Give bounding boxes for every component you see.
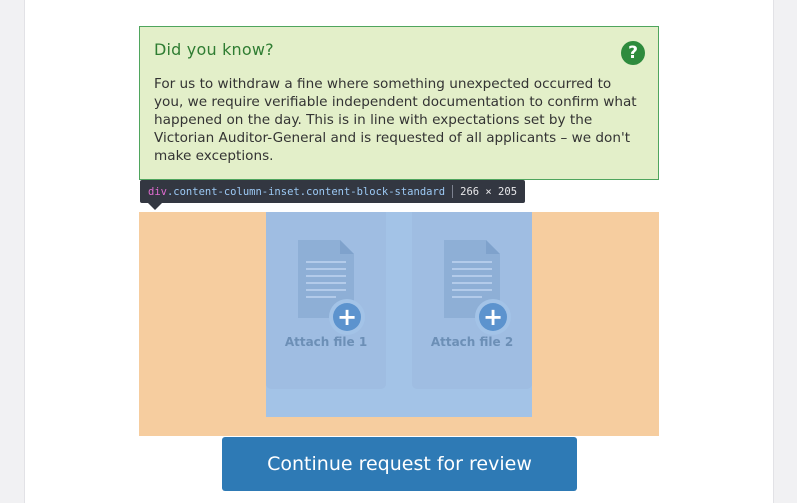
panel-body-text: For us to withdraw a fine where somethin… bbox=[154, 76, 637, 164]
help-icon[interactable]: ? bbox=[621, 41, 645, 65]
continue-request-button[interactable]: Continue request for review bbox=[222, 437, 577, 491]
attach-file-label: Attach file 1 bbox=[284, 335, 368, 349]
tooltip-pointer-icon bbox=[148, 203, 162, 210]
plus-circle-icon: + bbox=[475, 299, 511, 335]
tooltip-separator bbox=[452, 185, 454, 198]
tooltip-class-list: .content-column-inset.content-block-stan… bbox=[166, 185, 446, 198]
did-you-know-panel: Did you know? ? For us to withdraw a fin… bbox=[139, 26, 659, 180]
tooltip-tag-name: div bbox=[148, 185, 167, 198]
tooltip-dimensions: 266 × 205 bbox=[460, 185, 518, 198]
plus-circle-icon: + bbox=[329, 299, 365, 335]
attach-file-label: Attach file 2 bbox=[430, 335, 514, 349]
devtools-element-tooltip: div .content-column-inset.content-block-s… bbox=[140, 180, 526, 203]
attach-file-2-button[interactable]: + Attach file 2 bbox=[412, 212, 532, 389]
panel-title: Did you know? bbox=[154, 40, 274, 59]
attach-file-1-button[interactable]: + Attach file 1 bbox=[266, 212, 386, 389]
